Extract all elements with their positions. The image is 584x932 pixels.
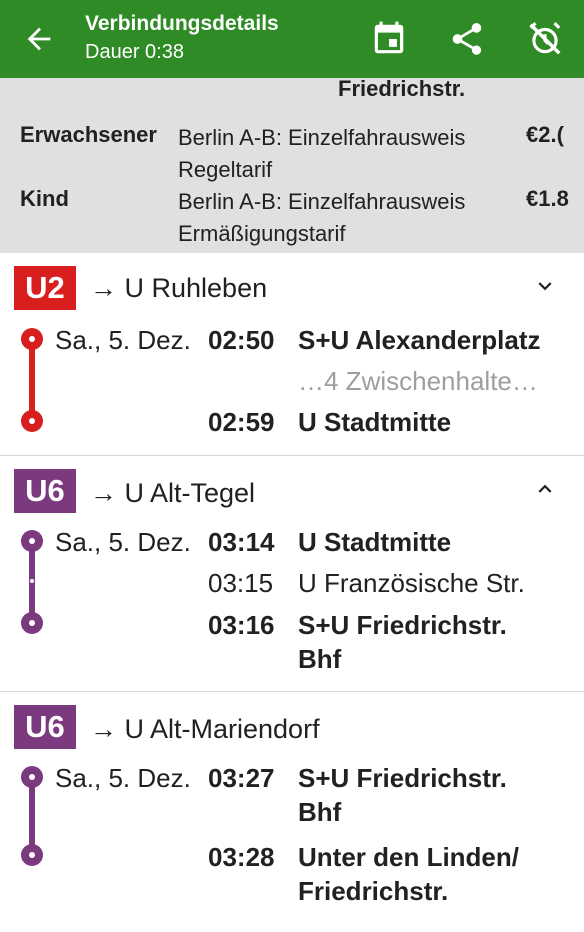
departure-date: Sa., 5. Dez. [55, 325, 191, 355]
line-badge: U6 [14, 705, 76, 749]
arrival-station: S+U Friedrichstr. Bhf [298, 608, 507, 676]
departure-time: 03:14 [208, 527, 275, 557]
app-bar: Verbindungsdetails Dauer 0:38 [0, 0, 584, 78]
arrival-station-line1: S+U Friedrichstr. [298, 610, 507, 640]
arrival-station-line1: Unter den Linden/ [298, 842, 519, 872]
stop-marker [21, 766, 43, 788]
arrival-time: 02:59 [208, 407, 275, 437]
arrival-time: 03:16 [208, 610, 275, 640]
stop-marker [21, 328, 43, 350]
passenger-type: Kind [20, 186, 69, 211]
ticket-tariff: Ermäßigungstarif [178, 221, 346, 246]
fare-section: Friedrichstr. Erwachsener Berlin A-B: Ei… [0, 78, 584, 253]
stop-time: 03:15 [208, 568, 274, 598]
arrival-station: U Stadtmitte [298, 407, 452, 437]
departure-time: 02:50 [208, 325, 275, 355]
stop-marker [21, 410, 43, 432]
arrival-station-line2: Friedrichstr. [298, 876, 449, 906]
departure-date: Sa., 5. Dez. [55, 763, 191, 793]
intermediate-stops[interactable]: …4 Zwischenhalte… [298, 366, 538, 397]
leg-direction: → U Alt-Tegel [90, 478, 256, 508]
passenger-type: Erwachsener [20, 122, 157, 147]
departure-station-line2: Bhf [298, 797, 342, 827]
alarm-off-icon[interactable] [526, 20, 564, 58]
chevron-down-icon[interactable] [532, 273, 558, 299]
stop-marker [21, 844, 43, 866]
route-line [29, 339, 35, 419]
ticket-price: €2.( [526, 122, 564, 147]
ticket-description: Berlin A-B: Einzelfahrausweis Ermäßigung… [178, 186, 465, 250]
ticket-product: Berlin A-B: Einzelfahrausweis [178, 125, 466, 150]
departure-station-line1: S+U Friedrichstr. [298, 763, 507, 793]
calendar-icon[interactable] [370, 20, 408, 58]
departure-date: Sa., 5. Dez. [55, 527, 191, 557]
leg-direction: → U Alt-Mariendorf [90, 714, 320, 744]
destination-cutoff: Friedrichstr. [338, 78, 466, 101]
leg-u2[interactable]: U2 → U Ruhleben Sa., 5. Dez. 02:50 S+U A… [0, 253, 584, 456]
back-arrow-icon[interactable] [22, 22, 56, 56]
chevron-up-icon[interactable] [532, 476, 558, 502]
intermediate-stop-dot [30, 579, 34, 583]
leg-u6-alt-mariendorf[interactable]: U6 → U Alt-Mariendorf Sa., 5. Dez. 03:27… [0, 692, 584, 932]
duration-subtitle: Dauer 0:38 [85, 41, 184, 63]
line-badge: U6 [14, 469, 76, 513]
ticket-tariff: Regeltarif [178, 157, 273, 182]
ticket-price: €1.8 [526, 186, 569, 211]
leg-direction: → U Ruhleben [90, 273, 268, 303]
stop-marker [21, 612, 43, 634]
arrival-station-line2: Bhf [298, 644, 342, 674]
departure-time: 03:27 [208, 763, 275, 793]
ticket-description: Berlin A-B: Einzelfahrausweis Regeltarif [178, 122, 465, 186]
leg-u6-alt-tegel[interactable]: U6 → U Alt-Tegel Sa., 5. Dez. 03:14 U St… [0, 456, 584, 692]
departure-station: S+U Alexanderplatz [298, 325, 541, 355]
arrival-time: 03:28 [208, 842, 275, 872]
share-icon[interactable] [448, 20, 486, 58]
stop-station: U Französische Str. [298, 568, 525, 598]
line-badge: U2 [14, 266, 76, 310]
page-title: Verbindungsdetails [85, 12, 279, 35]
ticket-product: Berlin A-B: Einzelfahrausweis [178, 189, 466, 214]
stop-marker [21, 530, 43, 552]
departure-station: S+U Friedrichstr. Bhf [298, 761, 507, 829]
departure-station: U Stadtmitte [298, 527, 452, 557]
title-block: Verbindungsdetails Dauer 0:38 [85, 10, 279, 66]
arrival-station: Unter den Linden/ Friedrichstr. [298, 840, 519, 908]
